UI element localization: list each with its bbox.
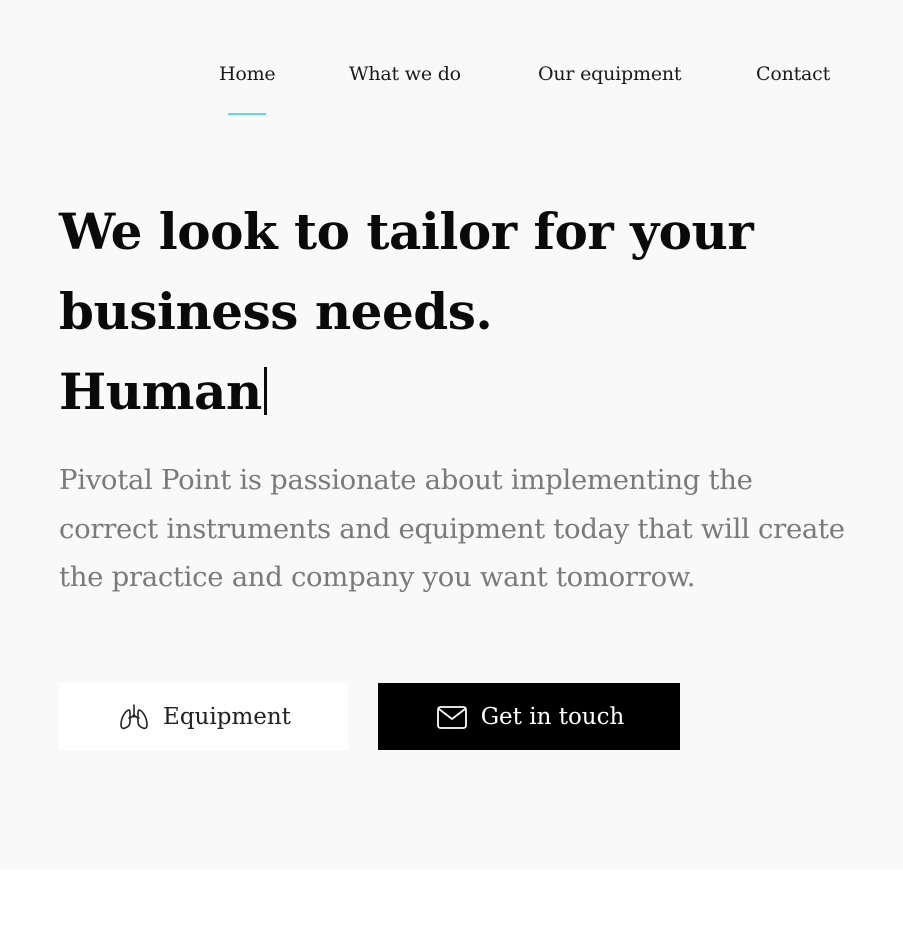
main-nav: Home What we do Our equipment Contact [0,58,903,118]
mail-icon [434,699,470,735]
hero-section: Home What we do Our equipment Contact We… [0,0,903,869]
typed-word-line: Human [59,352,859,432]
typing-cursor [263,367,267,415]
nav-item-our-equipment[interactable]: Our equipment [538,58,682,90]
typed-word: Human [59,362,262,421]
get-in-touch-button-label: Get in touch [480,703,625,730]
hero-headline: We look to tailor for your business need… [59,192,859,432]
headline-line-1: We look to tailor for your [59,202,754,261]
nav-item-home[interactable]: Home [219,58,276,90]
equipment-button-label: Equipment [163,703,291,730]
nav-active-indicator [228,113,266,115]
nav-item-contact[interactable]: Contact [756,58,830,90]
equipment-button[interactable]: Equipment [59,683,348,750]
headline-line-2: business needs. [59,282,493,341]
hero-intro-text: Pivotal Point is passionate about implem… [59,464,845,593]
get-in-touch-button[interactable]: Get in touch [378,683,680,750]
lungs-icon [116,699,152,735]
nav-item-what-we-do[interactable]: What we do [349,58,461,90]
